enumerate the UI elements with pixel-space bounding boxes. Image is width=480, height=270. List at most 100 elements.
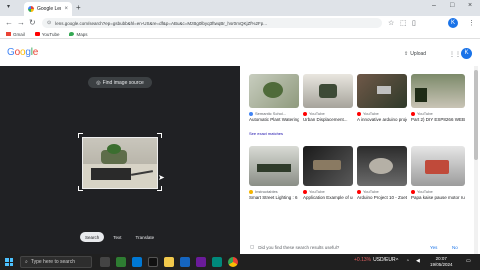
ticker-widget[interactable]: +0.13% USD/EUR [354,257,396,263]
bookmark-maps[interactable]: Maps [69,32,87,37]
bookmark-gmail[interactable]: Gmail [6,32,25,37]
result-title: Papa kaise pause motor runs... [411,195,465,200]
scrollbar-thumb[interactable] [474,70,478,160]
youtube-icon [411,189,415,194]
result-source: YouTube [417,111,433,116]
windows-taskbar: ⌕ Type here to search +0.13% USD/EUR ^ ◔… [0,254,480,270]
volume-icon[interactable]: ◀ [416,258,420,264]
close-window-icon[interactable]: × [468,2,472,9]
result-title: Smart Street Lighting : 6 Steps - ... [249,195,299,200]
forward-icon[interactable]: → [17,18,25,27]
network-icon[interactable]: ◔ [406,258,409,264]
thumbnail-plant [263,82,283,98]
mode-translate[interactable]: Translate [131,232,160,242]
lens-mode-switcher: Search Text Translate [80,232,159,242]
results-scrollbar[interactable] [474,66,478,254]
feedback-no-button[interactable]: No [452,245,458,250]
browser-tab[interactable]: Google Lens × [24,2,72,16]
google-account-avatar[interactable]: K [461,48,472,59]
feedback-icon: ▢ [250,244,255,249]
result-source: Semantic Schol... [255,111,287,116]
mode-search[interactable]: Search [80,232,105,242]
taskbar-search-placeholder: Type here to search [30,259,76,265]
bookmark-youtube[interactable]: YouTube [34,32,59,37]
address-bar[interactable]: ⊙ lens.google.com/search?ep=gsbubb&hl=en… [42,18,382,28]
result-card[interactable]: YouTube Urban Displacement... [303,74,353,123]
browser-toolbar: ← → ↻ ⊙ lens.google.com/search?ep=gsbubb… [0,16,480,30]
taskbar-search-box[interactable]: ⌕ Type here to search [20,256,92,268]
logo-letter: e [32,47,39,58]
upload-button[interactable]: ⇪ Upload [404,51,426,57]
crop-handle-top-right[interactable] [157,133,162,138]
feedback-yes-button[interactable]: Yes [430,245,437,250]
mouse-cursor-icon: ➤ [158,173,165,182]
result-source: YouTube [309,111,325,116]
chrome-icon[interactable] [228,257,238,267]
task-view-icon[interactable] [100,257,110,267]
see-exact-matches-link[interactable]: See exact matches [249,131,299,136]
taskbar-app-icon[interactable] [148,257,158,267]
browser-profile-avatar[interactable]: K [448,18,458,28]
thumbnail-object [257,164,291,172]
ticker-value: +0.13% [354,257,372,263]
crop-handle-top-left[interactable] [78,133,83,138]
reload-icon[interactable]: ↻ [29,18,36,27]
extensions-icon[interactable]: ⬚ [400,19,407,27]
tab-title: Google Lens [37,6,61,12]
result-card[interactable]: YouTube A innovative arduino project / .… [357,74,407,123]
selected-image-preview[interactable] [82,137,158,189]
result-card[interactable]: Instructables Smart Street Lighting : 6 … [249,146,299,201]
site-info-icon[interactable]: ⊙ [47,20,51,26]
result-card[interactable]: YouTube Part 2) DIY ESP8266 WEB SERVER..… [411,74,465,123]
taskbar-app-icon[interactable] [116,257,126,267]
result-card[interactable]: Semantic Schol... Automatic Plant Wateri… [249,74,299,136]
result-thumbnail [411,146,465,186]
result-title: Arduino Project 10 - Zoetrope - YouTube [357,195,407,200]
result-title: Part 2) DIY ESP8266 WEB SERVER... [411,117,465,122]
thumbnail-object [425,160,449,174]
result-card[interactable]: YouTube Arduino Project 10 - Zoetrope - … [357,146,407,201]
find-image-source-button[interactable]: ◎ Find image source [88,77,152,88]
bookmark-label: Maps [76,31,88,37]
result-card[interactable]: YouTube Papa kaise pause motor runs... [411,146,465,201]
file-explorer-icon[interactable] [164,257,174,267]
google-apps-icon[interactable]: ⋮⋮ [449,51,461,58]
tab-search-icon[interactable]: ▾ [7,3,10,10]
result-thumbnail [303,146,353,186]
new-tab-icon[interactable]: + [76,3,81,12]
feedback-bar: ▢ Did you find these search results usef… [240,240,480,254]
maximize-icon[interactable]: □ [450,2,454,9]
youtube-icon [303,111,307,116]
crop-handle-bottom-right[interactable] [157,186,162,191]
thumbnail-object [313,160,341,170]
edge-icon[interactable] [132,257,142,267]
taskbar-app-icon[interactable] [212,257,222,267]
result-title: Application Example of using the 5Vp... [303,195,353,200]
result-thumbnail [357,74,407,108]
result-title: Urban Displacement... [303,117,348,122]
browser-tab-bar: ▾ Google Lens × + – □ × [0,0,480,16]
close-tab-icon[interactable]: × [64,6,68,12]
browser-menu-icon[interactable]: ⋮ [468,19,475,27]
taskbar-app-icon[interactable] [180,257,190,267]
taskbar-clock[interactable]: 20:07 19/05/2024 [430,256,453,268]
thumbnail-object [415,88,427,102]
mode-text[interactable]: Text [108,232,126,242]
taskbar-app-icon[interactable] [196,257,206,267]
side-panel-icon[interactable]: ▯ [412,19,416,27]
crop-handle-bottom-left[interactable] [78,186,83,191]
google-logo[interactable]: Google [7,47,38,58]
bookmark-star-icon[interactable]: ☆ [388,19,394,27]
result-card[interactable]: YouTube Application Example of using the… [303,146,353,201]
upload-label: Upload [410,51,427,57]
youtube-icon [357,189,361,194]
minimize-icon[interactable]: – [432,2,436,9]
back-icon[interactable]: ← [5,18,13,27]
bookmark-label: Gmail [13,31,25,37]
notifications-icon[interactable]: ▭ [466,258,471,264]
result-thumbnail [249,74,299,108]
search-icon: ⌕ [25,259,28,265]
source-favicon-icon [249,111,253,116]
windows-start-icon[interactable] [5,258,13,266]
tray-chevron-icon[interactable]: ^ [396,258,398,264]
